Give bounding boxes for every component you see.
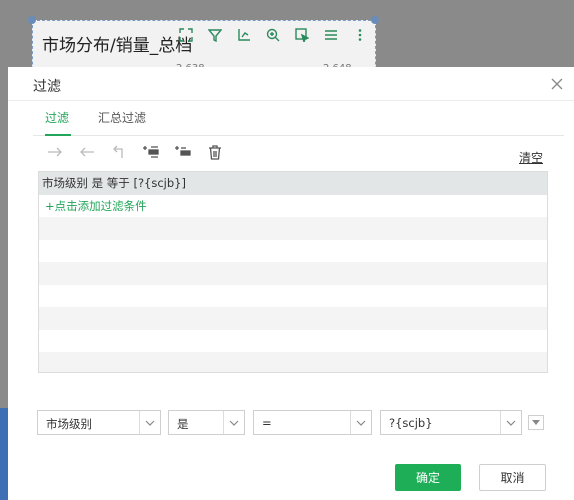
filter-condition-list: 市场级别 是 等于 [?{scjb}] +点击添加过滤条件 bbox=[38, 171, 548, 373]
return-icon[interactable] bbox=[107, 142, 131, 162]
chevron-down-icon bbox=[139, 411, 160, 434]
relation-select-value: 是 bbox=[177, 417, 189, 431]
field-select-value: 市场级别 bbox=[46, 417, 92, 431]
fullscreen-icon[interactable] bbox=[175, 25, 197, 45]
filter-toolbar bbox=[43, 142, 227, 162]
value-type-dropdown[interactable] bbox=[528, 415, 544, 430]
redo-arrow-icon[interactable] bbox=[43, 142, 67, 162]
dialog-header: 过滤 bbox=[8, 67, 574, 101]
add-group-icon[interactable] bbox=[171, 142, 195, 162]
empty-row bbox=[39, 352, 547, 372]
filter-icon[interactable] bbox=[204, 25, 226, 45]
more-icon[interactable] bbox=[349, 25, 371, 45]
empty-row bbox=[39, 262, 547, 285]
operator-select[interactable]: = bbox=[253, 410, 372, 435]
value-select-value: ?{scjb} bbox=[389, 416, 433, 430]
confirm-button[interactable]: 确定 bbox=[395, 464, 461, 491]
delete-icon[interactable] bbox=[203, 142, 227, 162]
operator-select-value: = bbox=[262, 416, 272, 430]
filter-dialog: 过滤 过滤 汇总过滤 清空 市场级别 是 等于 [?{scjb}] +点击添加过… bbox=[8, 67, 574, 500]
list-icon[interactable] bbox=[320, 25, 342, 45]
empty-row bbox=[39, 330, 547, 353]
chevron-down-icon bbox=[500, 411, 521, 434]
left-panel-edge bbox=[0, 408, 8, 500]
resize-handle-top-left[interactable] bbox=[28, 16, 36, 24]
empty-row bbox=[39, 240, 547, 263]
add-condition-icon[interactable] bbox=[139, 142, 163, 162]
dialog-title: 过滤 bbox=[33, 79, 61, 95]
tab-filter[interactable]: 过滤 bbox=[45, 101, 71, 136]
empty-row bbox=[39, 307, 547, 330]
widget-title: 市场分布/销量_总档 bbox=[42, 36, 193, 56]
relation-select[interactable]: 是 bbox=[168, 410, 245, 435]
axis-icon[interactable] bbox=[233, 25, 255, 45]
tab-summary-filter[interactable]: 汇总过滤 bbox=[98, 101, 148, 136]
condition-row[interactable]: 市场级别 是 等于 [?{scjb}] bbox=[39, 172, 547, 195]
chevron-down-icon bbox=[532, 420, 540, 425]
empty-row bbox=[39, 217, 547, 240]
chevron-down-icon bbox=[223, 411, 244, 434]
dialog-tabs: 过滤 汇总过滤 bbox=[33, 101, 564, 136]
add-condition-link[interactable]: +点击添加过滤条件 bbox=[39, 195, 547, 218]
chevron-down-icon bbox=[350, 411, 371, 434]
zoom-in-icon[interactable] bbox=[262, 25, 284, 45]
select-icon[interactable] bbox=[291, 25, 313, 45]
clear-link[interactable]: 清空 bbox=[519, 149, 543, 166]
close-icon bbox=[551, 78, 563, 90]
close-button[interactable] bbox=[546, 73, 568, 95]
undo-arrow-icon[interactable] bbox=[75, 142, 99, 162]
field-select[interactable]: 市场级别 bbox=[37, 410, 161, 435]
empty-row bbox=[39, 285, 547, 308]
resize-handle-top-right[interactable] bbox=[371, 16, 379, 24]
cancel-button[interactable]: 取消 bbox=[479, 464, 546, 491]
widget-toolbar bbox=[175, 25, 371, 45]
value-select[interactable]: ?{scjb} bbox=[380, 410, 522, 435]
